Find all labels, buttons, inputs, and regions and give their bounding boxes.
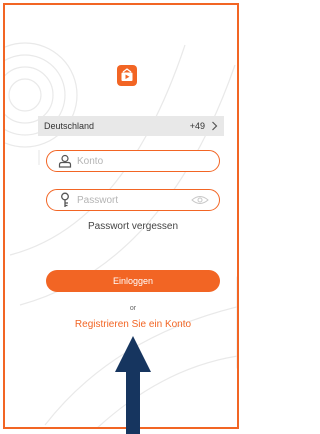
up-arrow-icon [115,336,151,434]
country-name: Deutschland [44,121,95,131]
eye-icon[interactable] [191,193,211,207]
password-field[interactable] [46,189,220,211]
country-selector[interactable]: Deutschland +49 [38,116,224,136]
account-input[interactable] [75,155,219,167]
app-logo [117,65,137,86]
user-icon [55,151,75,171]
chevron-right-icon [212,121,218,131]
dial-code: +49 [189,121,205,131]
key-icon [55,190,75,210]
register-link[interactable]: Registrieren Sie ein Konto [46,319,220,330]
login-button[interactable]: Einloggen [46,270,220,292]
password-input[interactable] [75,194,191,206]
or-separator: or [129,305,137,312]
play-video-icon [121,68,133,81]
forgot-password-link[interactable]: Passwort vergessen [46,221,220,232]
account-field[interactable] [46,150,220,172]
